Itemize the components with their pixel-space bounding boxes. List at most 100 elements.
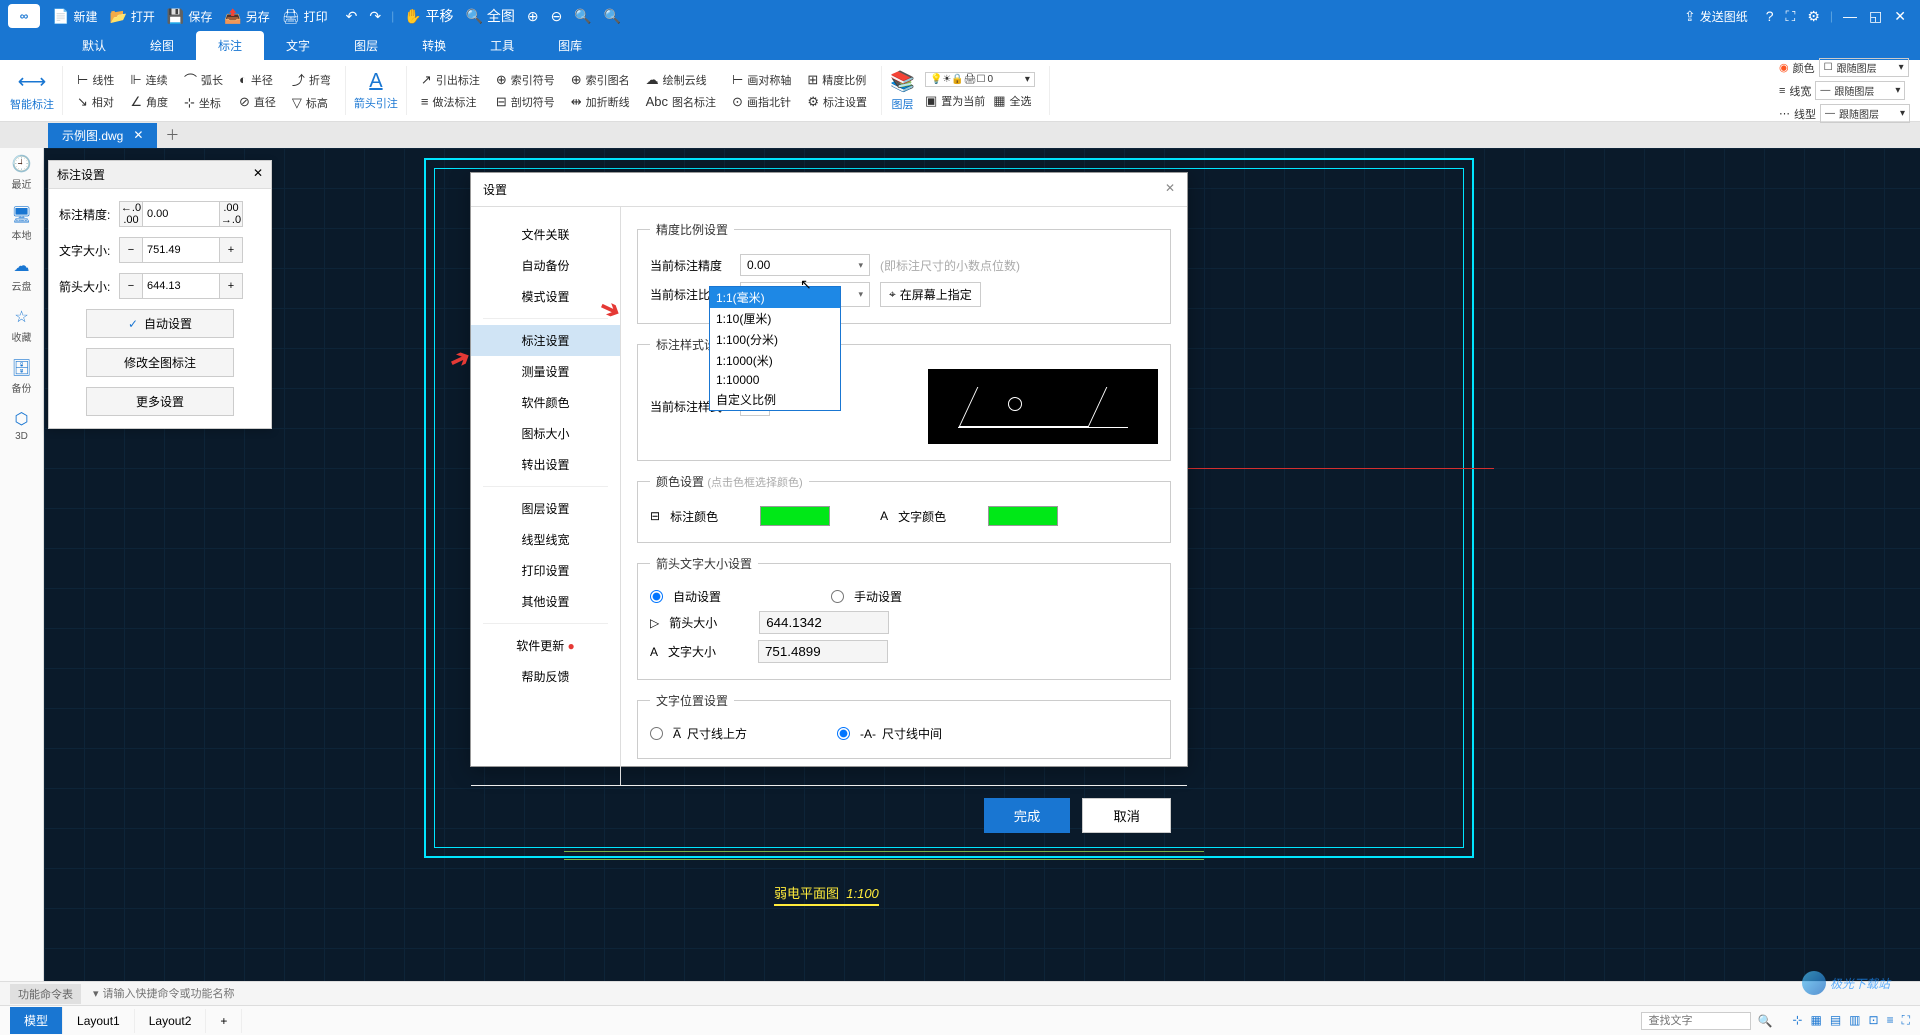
save-as-button[interactable]: 📤另存 xyxy=(224,8,269,25)
linewidth-select[interactable]: — 跟随图层▾ xyxy=(1815,81,1905,100)
side-linetype-width[interactable]: 线型线宽 xyxy=(471,524,620,555)
grid-toggle[interactable]: ▦ xyxy=(1810,1013,1821,1028)
tab-draw[interactable]: 绘图 xyxy=(128,31,196,60)
pan-button[interactable]: ✋ 平移 xyxy=(404,6,453,26)
edit-all-button[interactable]: 修改全图标注 xyxy=(86,348,234,377)
search-icon[interactable]: 🔍 xyxy=(1757,1014,1772,1028)
dropdown-item[interactable]: 自定义比例 xyxy=(710,389,840,410)
index-name-button[interactable]: ⊕索引图名 xyxy=(571,72,630,88)
side-measure[interactable]: 测量设置 xyxy=(471,356,620,387)
side-print-settings[interactable]: 打印设置 xyxy=(471,555,620,586)
middle-line-radio[interactable]: -A-尺寸线中间 xyxy=(837,725,942,742)
manual-radio[interactable]: 手动设置 xyxy=(831,588,902,605)
arrowsize-input[interactable] xyxy=(142,274,220,298)
break-line-button[interactable]: ⇹加折断线 xyxy=(571,94,630,110)
side-update[interactable]: 软件更新 ● xyxy=(471,630,620,661)
sidebar-local[interactable]: 🖥本地 xyxy=(11,205,31,242)
close-panel-button[interactable]: ✕ xyxy=(253,166,263,183)
zoom-in-button[interactable]: ⊕ xyxy=(527,8,539,25)
precision-stepper[interactable]: ←.0.00 .00→.0 xyxy=(119,201,243,227)
precision-dec-button[interactable]: ←.0.00 xyxy=(120,202,142,226)
close-doc-icon[interactable]: ✕ xyxy=(133,128,143,142)
select-all-button[interactable]: ▦全选 xyxy=(993,93,1031,109)
minimize-button[interactable]: — xyxy=(1843,8,1857,24)
textsize-dec-button[interactable]: − xyxy=(120,238,142,262)
arrowsize-dec-button[interactable]: − xyxy=(120,274,142,298)
tab-library[interactable]: 图库 xyxy=(536,31,604,60)
anno-color-swatch[interactable] xyxy=(760,506,830,526)
ok-button[interactable]: 完成 xyxy=(984,798,1071,833)
lineweight-toggle[interactable]: ≡ xyxy=(1887,1013,1894,1028)
side-software-color[interactable]: 软件颜色 xyxy=(471,387,620,418)
sidebar-3d[interactable]: ⬡3D xyxy=(15,409,29,442)
side-icon-size[interactable]: 图标大小 xyxy=(471,418,620,449)
side-layer-settings[interactable]: 图层设置 xyxy=(471,493,620,524)
more-settings-button[interactable]: 更多设置 xyxy=(86,387,234,416)
find-text-input[interactable] xyxy=(1641,1012,1751,1030)
help-button[interactable]: ? xyxy=(1766,8,1774,24)
section-button[interactable]: ⊟剖切符号 xyxy=(496,94,555,110)
symmetry-axis-button[interactable]: ⊢画对称轴 xyxy=(732,72,791,88)
specify-on-screen-button[interactable]: ⌖在屏幕上指定 xyxy=(880,282,981,307)
cloud-button[interactable]: ☁绘制云线 xyxy=(646,72,716,88)
zoom-out-button[interactable]: ⊖ xyxy=(551,8,563,25)
osnap-toggle[interactable]: ⊡ xyxy=(1869,1013,1879,1028)
dialog-close-button[interactable]: ✕ xyxy=(1165,181,1175,198)
cancel-button[interactable]: 取消 xyxy=(1082,798,1171,833)
dropdown-item[interactable]: 1:1(毫米) xyxy=(710,287,840,308)
side-other[interactable]: 其他设置 xyxy=(471,586,620,617)
command-input[interactable] xyxy=(103,988,1910,1000)
tab-tool[interactable]: 工具 xyxy=(468,31,536,60)
side-export[interactable]: 转出设置 xyxy=(471,449,620,480)
precision-inc-button[interactable]: .00→.0 xyxy=(220,202,242,226)
fullscreen-button[interactable]: ⛶ xyxy=(1786,8,1796,25)
settings-gear-button[interactable]: ⚙ xyxy=(1807,8,1820,25)
side-file-assoc[interactable]: 文件关联 xyxy=(471,219,620,250)
angle-button[interactable]: ∠角度 xyxy=(130,94,168,110)
diameter-button[interactable]: ⊘直径 xyxy=(239,94,276,110)
arc-button[interactable]: ⌒弧长 xyxy=(184,70,223,89)
undo-button[interactable]: ↶ xyxy=(346,8,358,25)
elevation-button[interactable]: ▽标高 xyxy=(292,95,331,111)
arrowsize-inc-button[interactable]: + xyxy=(220,274,242,298)
auto-set-button[interactable]: ✓自动设置 xyxy=(86,309,234,338)
linetype-select[interactable]: — 跟随图层▾ xyxy=(1820,104,1910,123)
tab-text[interactable]: 文字 xyxy=(264,31,332,60)
maximize-button[interactable]: ◱ xyxy=(1869,8,1882,25)
layout-tab-model[interactable]: 模型 xyxy=(10,1007,63,1034)
text-size-input[interactable] xyxy=(758,640,888,663)
tab-layer[interactable]: 图层 xyxy=(332,31,400,60)
layout-tab-2[interactable]: Layout2 xyxy=(135,1009,207,1033)
linear-button[interactable]: ⊢线性 xyxy=(77,72,114,88)
layer-select[interactable]: 💡☀🔒🖨☐0▾ xyxy=(925,72,1035,87)
radius-button[interactable]: ◐半径 xyxy=(239,72,276,88)
arrow-lead-button[interactable]: A箭头引注 xyxy=(354,70,398,111)
snap-toggle[interactable]: ⊹ xyxy=(1792,1013,1802,1028)
sidebar-backup[interactable]: 🗄备份 xyxy=(11,358,31,395)
tab-convert[interactable]: 转换 xyxy=(400,31,468,60)
cur-precision-select[interactable]: 0.00▾ xyxy=(740,254,870,276)
new-file-button[interactable]: 📄新建 xyxy=(52,8,97,25)
side-auto-backup[interactable]: 自动备份 xyxy=(471,250,620,281)
text-color-swatch[interactable] xyxy=(988,506,1058,526)
drawing-name-button[interactable]: Abc图名标注 xyxy=(646,94,716,110)
bend-button[interactable]: ⤴折弯 xyxy=(292,70,331,89)
side-feedback[interactable]: 帮助反馈 xyxy=(471,661,620,692)
coord-button[interactable]: ⊹坐标 xyxy=(184,95,223,111)
sidebar-favorite[interactable]: ☆收藏 xyxy=(12,307,32,344)
tab-annotate[interactable]: 标注 xyxy=(196,31,264,60)
index-symbol-button[interactable]: ⊕索引符号 xyxy=(496,72,555,88)
document-tab[interactable]: 示例图.dwg✕ xyxy=(48,123,157,148)
add-layout-button[interactable]: + xyxy=(206,1009,242,1033)
polar-toggle[interactable]: ▥ xyxy=(1849,1013,1860,1028)
zoom-window-button[interactable]: 🔍 xyxy=(574,8,591,25)
arrowsize-stepper[interactable]: − + xyxy=(119,273,243,299)
compass-button[interactable]: ⊙画指北针 xyxy=(732,94,791,110)
anno-settings-button[interactable]: ⚙标注设置 xyxy=(807,94,867,110)
zoom-extent-button[interactable]: 🔍 全图 xyxy=(466,6,515,26)
send-drawing-button[interactable]: ⇪发送图纸 xyxy=(1684,8,1748,25)
dropdown-item[interactable]: 1:10000 xyxy=(710,371,840,389)
lead-anno-button[interactable]: ↗引出标注 xyxy=(421,72,480,88)
redo-button[interactable]: ↷ xyxy=(369,8,381,25)
dropdown-item[interactable]: 1:100(分米) xyxy=(710,329,840,350)
